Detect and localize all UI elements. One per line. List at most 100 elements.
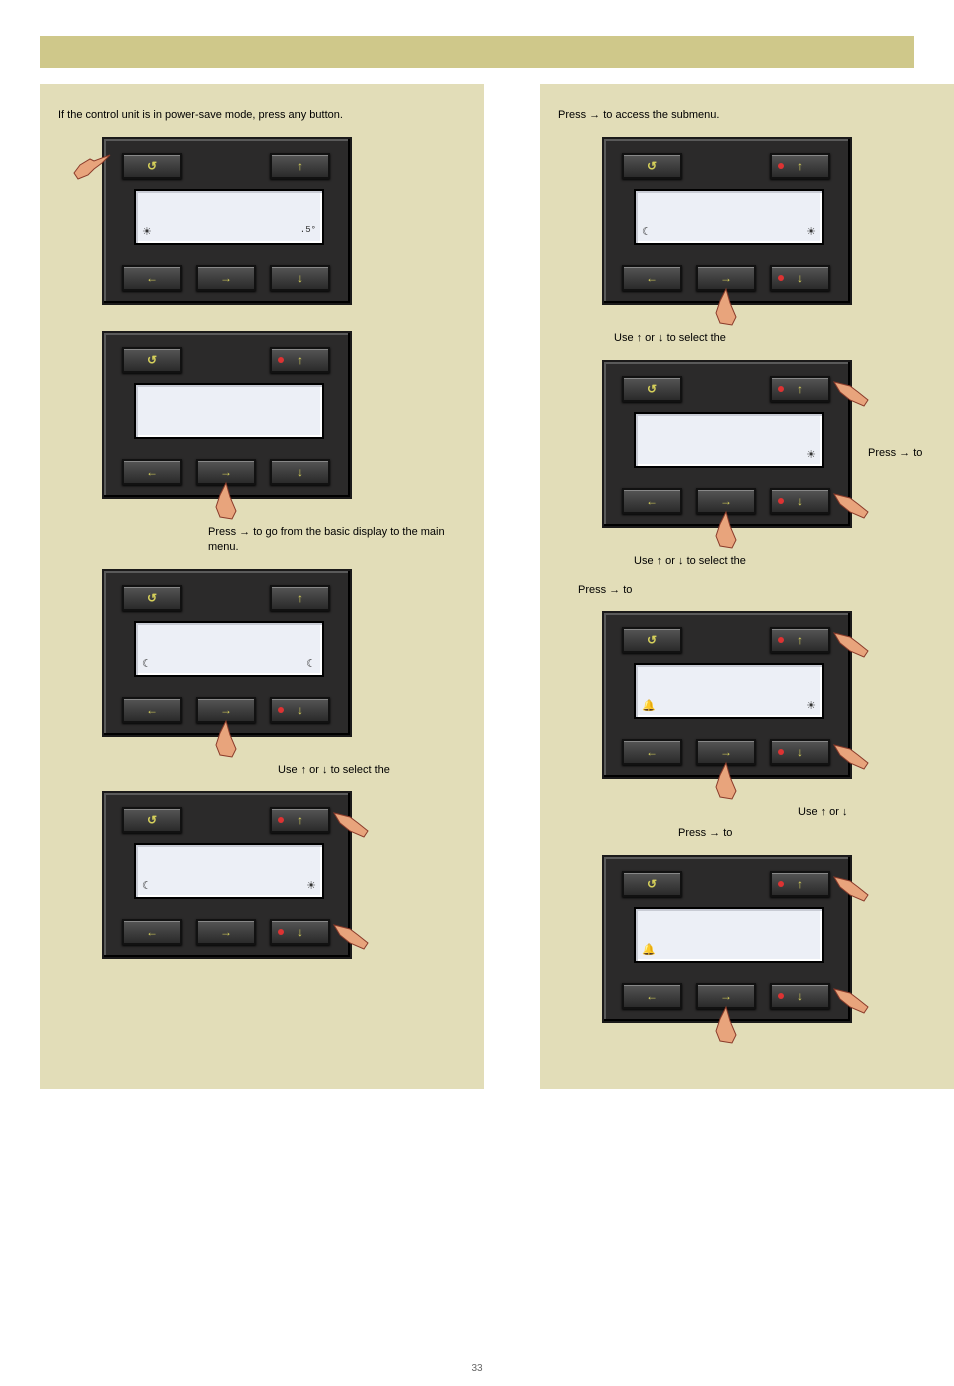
page-footer: 33 bbox=[0, 1363, 954, 1374]
up-button[interactable]: ↑ bbox=[270, 347, 330, 373]
up-button[interactable]: ↑ bbox=[770, 627, 830, 653]
back-icon: ↺ bbox=[624, 155, 680, 177]
step8b-text: Press → to bbox=[678, 826, 954, 841]
hand-icon bbox=[72, 145, 112, 185]
back-icon: ↺ bbox=[124, 349, 180, 371]
right-arrow-icon: → bbox=[698, 490, 754, 512]
up-button[interactable]: ↑ bbox=[270, 153, 330, 179]
right-button[interactable]: → bbox=[696, 488, 756, 514]
down-button[interactable]: ↓ bbox=[270, 459, 330, 485]
lcd-display: ☾☀ bbox=[634, 189, 824, 245]
step6-text: Use ↑ or ↓ to select the bbox=[634, 554, 954, 569]
right-arrow-icon: → bbox=[198, 699, 254, 721]
up-button[interactable]: ↑ bbox=[770, 376, 830, 402]
up-button[interactable]: ↑ bbox=[770, 871, 830, 897]
down-button[interactable]: ↓ bbox=[770, 265, 830, 291]
clock-icon: ☾ bbox=[142, 657, 152, 671]
up-arrow-icon: ↑ bbox=[272, 155, 328, 177]
back-icon: ↺ bbox=[624, 378, 680, 400]
back-icon: ↺ bbox=[124, 809, 180, 831]
back-button[interactable]: ↺ bbox=[622, 871, 682, 897]
back-button[interactable]: ↺ bbox=[622, 627, 682, 653]
right-button[interactable]: → bbox=[696, 265, 756, 291]
section-header bbox=[40, 36, 914, 68]
right-button[interactable]: → bbox=[696, 983, 756, 1009]
down-button[interactable]: ↓ bbox=[270, 265, 330, 291]
clock-icon: ☾ bbox=[642, 225, 652, 239]
right-button[interactable]: → bbox=[696, 739, 756, 765]
lcd-display: ☾☀ bbox=[134, 843, 324, 899]
back-icon: ↺ bbox=[124, 155, 180, 177]
step5b-text: Use ↑ or ↓ to select the bbox=[614, 331, 954, 346]
left-button[interactable]: ← bbox=[122, 265, 182, 291]
down-arrow-icon: ↓ bbox=[772, 741, 828, 763]
hand-icon bbox=[706, 287, 746, 327]
left-button[interactable]: ← bbox=[122, 459, 182, 485]
back-icon: ↺ bbox=[624, 873, 680, 895]
down-arrow-icon: ↓ bbox=[772, 490, 828, 512]
down-button[interactable]: ↓ bbox=[770, 488, 830, 514]
sun-icon: ☀ bbox=[306, 879, 316, 893]
up-button[interactable]: ↑ bbox=[270, 585, 330, 611]
sun-icon: ☀ bbox=[806, 225, 816, 239]
left-arrow-icon: ← bbox=[124, 267, 180, 289]
right-button[interactable]: → bbox=[196, 265, 256, 291]
back-button[interactable]: ↺ bbox=[122, 153, 182, 179]
left-button[interactable]: ← bbox=[622, 488, 682, 514]
up-button[interactable]: ↑ bbox=[270, 807, 330, 833]
step7-text: Press → to bbox=[578, 583, 954, 598]
control-panel-1: ↺ ↑ ☀.5° ← → ↓ bbox=[102, 137, 352, 305]
left-arrow-icon: ← bbox=[624, 985, 680, 1007]
back-button[interactable]: ↺ bbox=[122, 585, 182, 611]
back-button[interactable]: ↺ bbox=[622, 153, 682, 179]
up-button[interactable]: ↑ bbox=[770, 153, 830, 179]
back-button[interactable]: ↺ bbox=[122, 807, 182, 833]
right-button[interactable]: → bbox=[196, 459, 256, 485]
left-button[interactable]: ← bbox=[622, 983, 682, 1009]
up-arrow-icon: ↑ bbox=[772, 873, 828, 895]
down-button[interactable]: ↓ bbox=[270, 697, 330, 723]
left-column: If the control unit is in power-save mod… bbox=[40, 84, 484, 1089]
left-button[interactable]: ← bbox=[122, 697, 182, 723]
side-text-a: Press → to bbox=[868, 446, 922, 461]
sun-icon: ☀ bbox=[142, 225, 152, 239]
right-arrow-icon: → bbox=[698, 985, 754, 1007]
control-panel-8: ↺ ↑ 🔔 ← → ↓ bbox=[602, 855, 852, 1023]
up-arrow-icon: ↑ bbox=[272, 809, 328, 831]
left-arrow-icon: ← bbox=[624, 490, 680, 512]
back-button[interactable]: ↺ bbox=[122, 347, 182, 373]
left-button[interactable]: ← bbox=[622, 739, 682, 765]
down-arrow-icon: ↓ bbox=[272, 921, 328, 943]
lcd-display bbox=[134, 383, 324, 439]
bell-icon: 🔔 bbox=[642, 943, 656, 957]
step4-intro: Use ↑ or ↓ to select the bbox=[278, 763, 466, 778]
control-panel-6: ↺ ↑ ☀ ← → ↓ bbox=[602, 360, 852, 528]
hand-icon bbox=[206, 481, 246, 521]
right-button[interactable]: → bbox=[196, 919, 256, 945]
back-icon: ↺ bbox=[124, 587, 180, 609]
down-button[interactable]: ↓ bbox=[770, 983, 830, 1009]
down-button[interactable]: ↓ bbox=[270, 919, 330, 945]
left-arrow-icon: ← bbox=[624, 741, 680, 763]
hand-icon bbox=[832, 977, 872, 1017]
back-button[interactable]: ↺ bbox=[622, 376, 682, 402]
left-arrow-icon: ← bbox=[124, 699, 180, 721]
up-arrow-icon: ↑ bbox=[272, 349, 328, 371]
right-button[interactable]: → bbox=[196, 697, 256, 723]
right-arrow-icon: → bbox=[198, 921, 254, 943]
down-button[interactable]: ↓ bbox=[770, 739, 830, 765]
down-arrow-icon: ↓ bbox=[772, 267, 828, 289]
left-button[interactable]: ← bbox=[622, 265, 682, 291]
right-arrow-icon: → bbox=[198, 461, 254, 483]
bell-icon: 🔔 bbox=[642, 699, 656, 713]
step8a-text: Use ↑ or ↓ bbox=[798, 805, 954, 820]
hand-icon bbox=[832, 482, 872, 522]
right-arrow-icon: → bbox=[198, 267, 254, 289]
clock-icon: ☾ bbox=[142, 879, 152, 893]
step5a-text: Press → to access the submenu. bbox=[558, 108, 954, 123]
down-arrow-icon: ↓ bbox=[272, 461, 328, 483]
moon-icon: ☾ bbox=[306, 657, 316, 671]
left-button[interactable]: ← bbox=[122, 919, 182, 945]
hand-icon bbox=[206, 719, 246, 759]
up-arrow-icon: ↑ bbox=[772, 629, 828, 651]
